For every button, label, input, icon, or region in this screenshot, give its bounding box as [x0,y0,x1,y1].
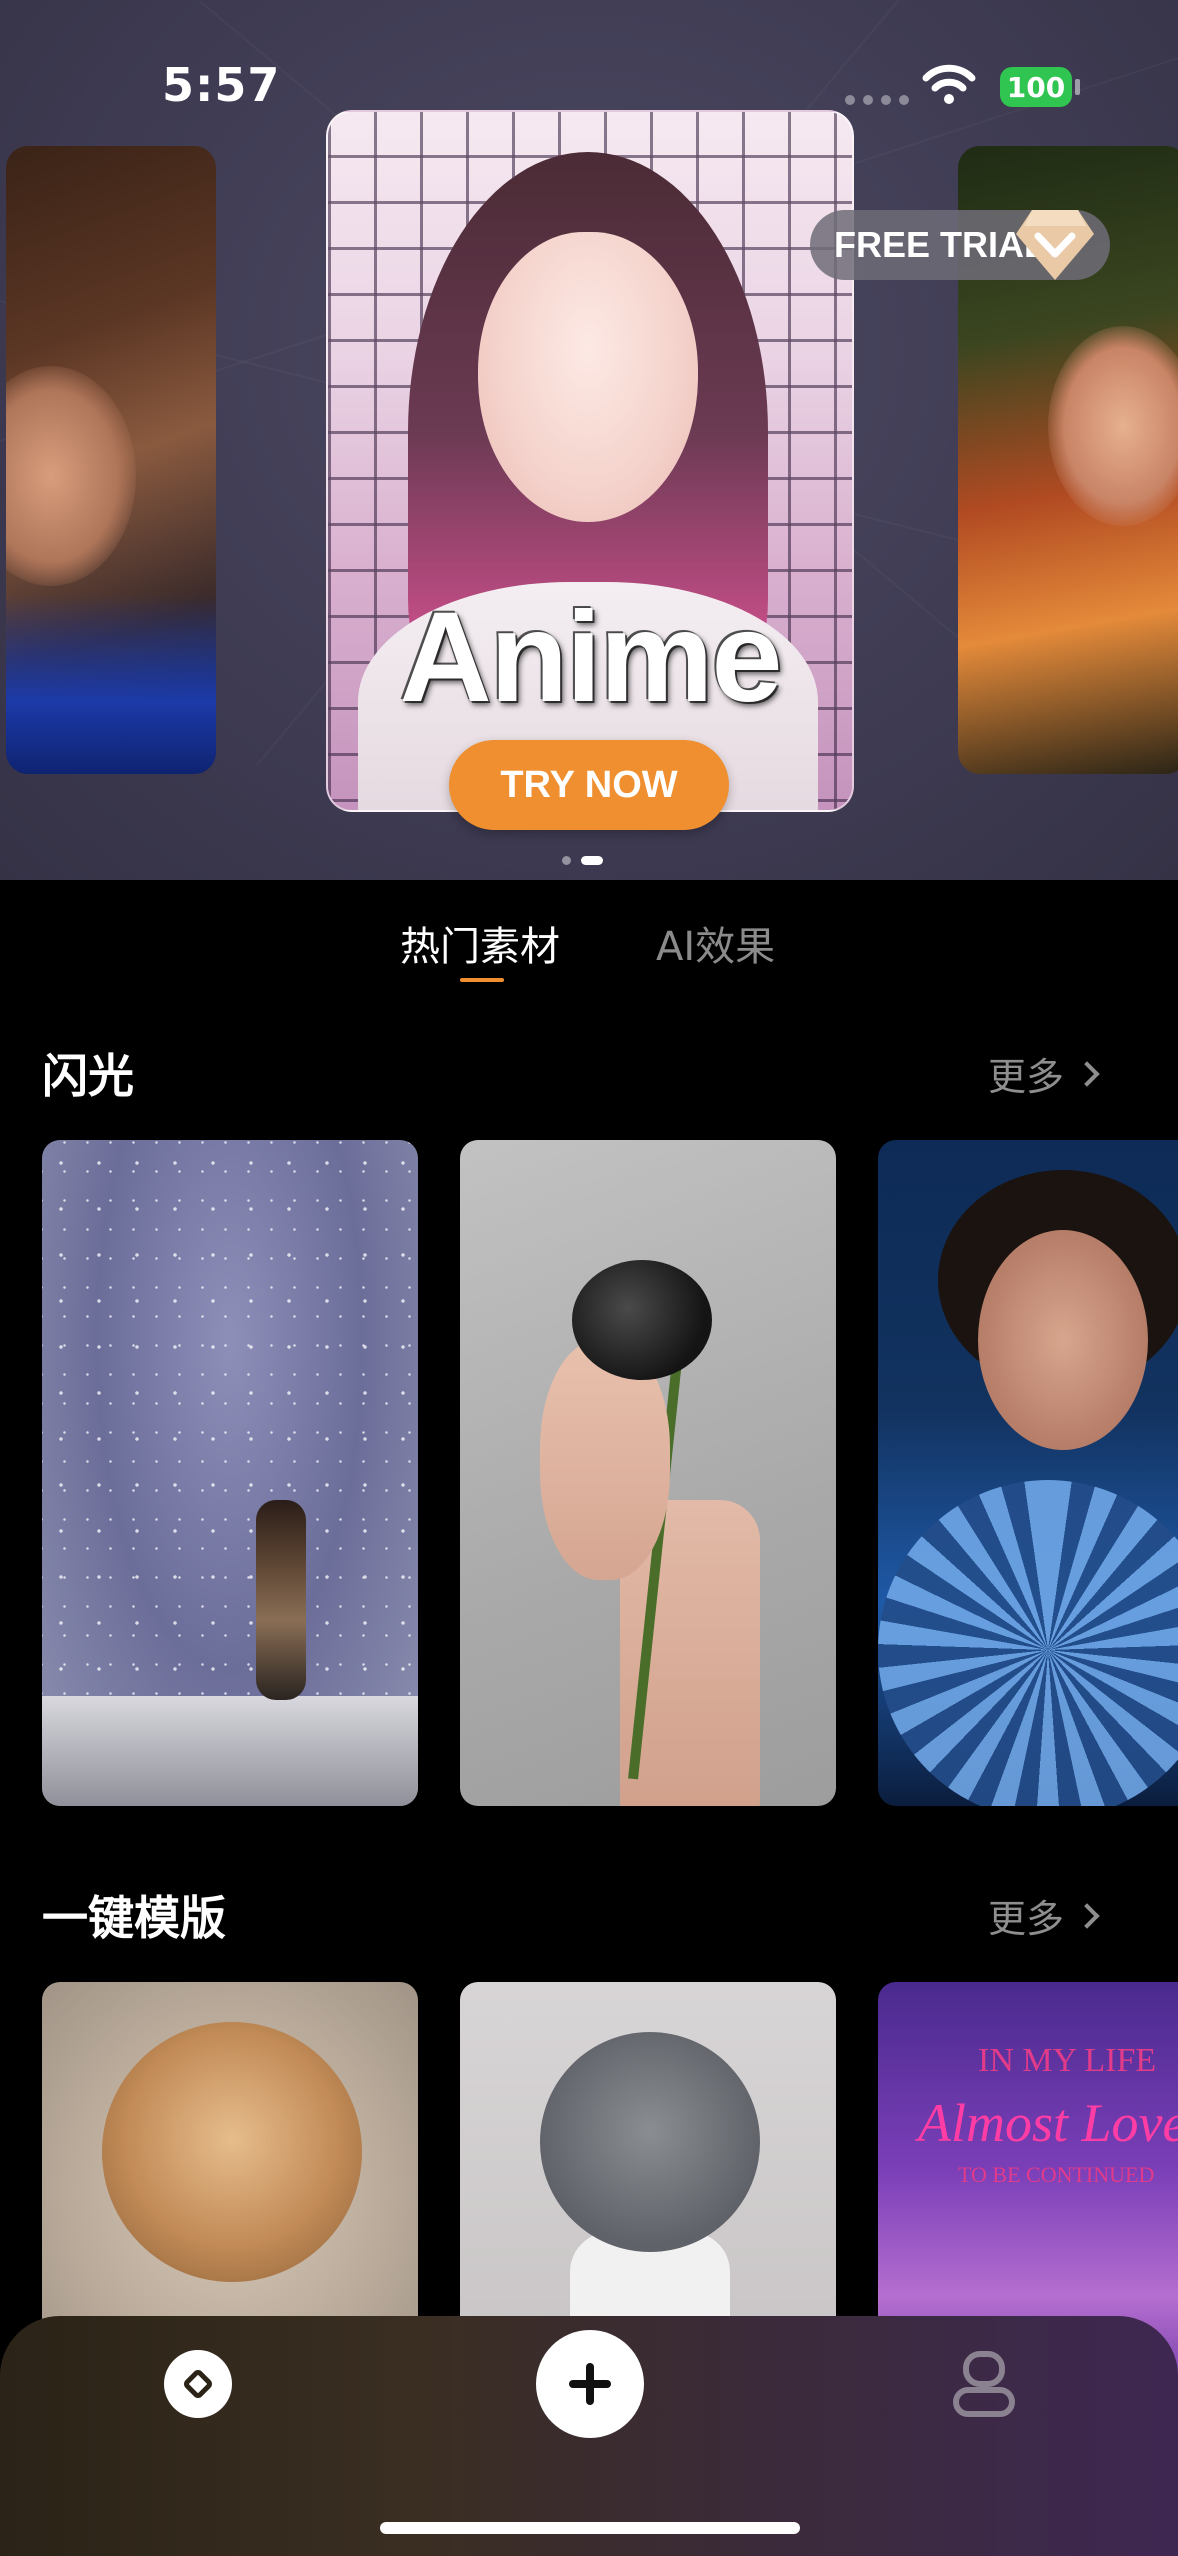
banner-title: Anime [399,586,782,729]
sparkle-template-card[interactable] [878,1140,1178,1806]
plus-icon [569,2363,611,2405]
tab-ai-effects[interactable]: AI效果 [656,914,775,972]
section-title-one-click-templates: 一键模版 [42,1891,226,1945]
chevron-right-icon [1074,1060,1100,1087]
signal-dots-icon [845,95,909,105]
wifi-icon [922,64,976,104]
nav-create-button[interactable] [536,2330,644,2438]
battery-cap [1075,79,1080,95]
section-title-sparkle: 闪光 [42,1049,134,1103]
active-tab-indicator [460,978,504,982]
profile-icon[interactable] [952,2350,1016,2418]
battery-indicator: 100 [1000,67,1072,107]
tab-hot-materials[interactable]: 热门素材 [400,914,560,972]
nav-discover-button[interactable] [164,2350,232,2418]
sparkle-template-card[interactable] [460,1140,836,1806]
pager-dot [562,856,571,865]
template-text-line1: IN MY LIFE [978,2042,1157,2079]
banner-card-prev[interactable] [6,146,216,774]
try-now-button[interactable]: TRY NOW [449,740,729,830]
content-tabs: 热门素材 AI效果 [0,914,1178,984]
more-link-templates[interactable]: 更多 [988,1888,1100,1943]
hero-banner: Anime FREE TRIAL TRY NOW [0,0,1178,880]
more-label: 更多 [988,1897,1065,1941]
banner-card-anime[interactable]: Anime [326,110,854,812]
sparkle-template-card[interactable] [42,1140,418,1806]
home-indicator [380,2522,800,2534]
template-text-line3: TO BE CONTINUED [958,2162,1155,2187]
compass-icon [184,2370,212,2398]
status-time: 5:57 [162,58,281,112]
pager-dot-active [581,856,603,865]
template-text-line2: Almost Love [918,2093,1178,2153]
banner-pager [562,856,603,865]
diamond-icon [1016,210,1094,280]
more-label: 更多 [988,1055,1065,1099]
chevron-right-icon [1074,1902,1100,1929]
more-link-sparkle[interactable]: 更多 [988,1046,1100,1101]
